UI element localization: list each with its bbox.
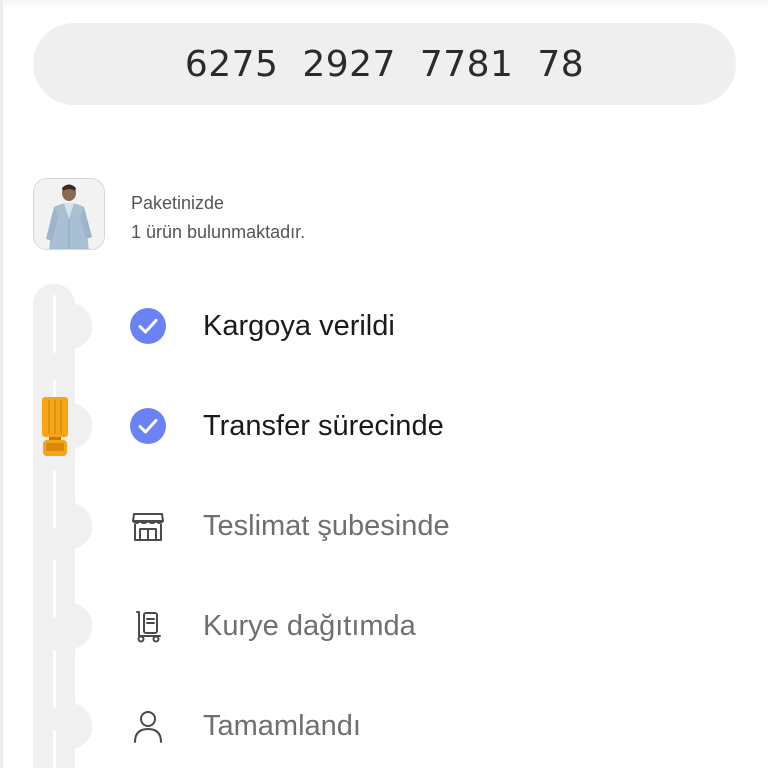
step-in-transfer: Transfer sürecinde [128, 406, 444, 446]
road-bump [70, 303, 92, 349]
user-icon [128, 706, 168, 746]
step-delivery-branch: Teslimat şubesinde [128, 506, 450, 546]
product-thumbnail[interactable] [33, 178, 105, 250]
step-label: Kargoya verildi [203, 309, 395, 342]
step-label: Teslimat şubesinde [203, 509, 450, 542]
step-label: Transfer sürecinde [203, 409, 444, 442]
step-completed: Tamamlandı [128, 706, 361, 746]
store-icon [128, 506, 168, 546]
package-info: Paketinizde 1 ürün bulunmaktadır. [131, 189, 305, 247]
left-edge [0, 0, 3, 768]
shipment-tracking-screen: 6275 2927 7781 78 Paketinizde 1 ürün bul… [0, 0, 768, 768]
step-shipped: Kargoya verildi [128, 306, 395, 346]
step-courier-delivery: Kurye dağıtımda [128, 606, 416, 646]
tracking-number-box[interactable]: 6275 2927 7781 78 [33, 23, 736, 105]
courier-cart-icon [128, 606, 168, 646]
road-bump [70, 703, 92, 749]
road-bump [70, 503, 92, 549]
road-bump [70, 403, 92, 449]
road-bump [70, 603, 92, 649]
package-info-line2: 1 ürün bulunmaktadır. [131, 222, 306, 242]
road-dash [53, 650, 56, 708]
product-photo [34, 179, 104, 249]
road-dash [53, 560, 56, 618]
check-circle-icon [128, 306, 168, 346]
tracking-number[interactable]: 6275 2927 7781 78 [185, 44, 584, 85]
road-dash [53, 470, 56, 528]
top-shadow [0, 0, 768, 8]
road-dash [53, 295, 56, 353]
check-circle-icon [128, 406, 168, 446]
truck-icon [40, 396, 70, 458]
step-label: Kurye dağıtımda [203, 609, 416, 642]
road-dash [53, 730, 56, 768]
step-label: Tamamlandı [203, 709, 361, 742]
package-info-line1: Paketinizde [131, 193, 225, 213]
